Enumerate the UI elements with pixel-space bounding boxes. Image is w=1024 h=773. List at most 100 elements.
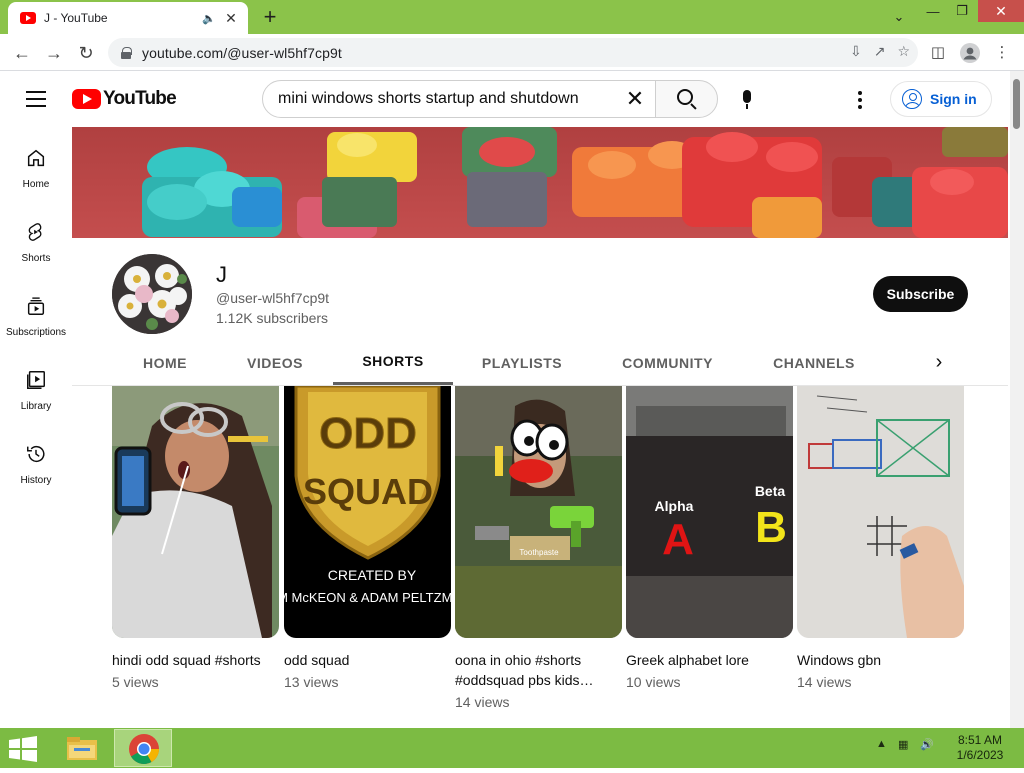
scrollbar-thumb[interactable]	[1013, 79, 1020, 129]
short-title[interactable]: hindi odd squad #shorts	[112, 650, 279, 670]
short-card[interactable]: Alpha A Beta B Greek alphabet lore 10 vi…	[626, 386, 793, 690]
sidebar-item-label: Shorts	[21, 253, 51, 264]
browser-menu-icon[interactable]: ⋮	[990, 41, 1014, 65]
side-panel-icon[interactable]: ◫	[926, 41, 950, 65]
settings-kebab-icon[interactable]	[848, 88, 872, 112]
share-icon[interactable]: ↗	[874, 43, 886, 60]
short-thumbnail[interactable]: Alpha A Beta B	[626, 386, 793, 638]
clock-time: 8:51 AM	[957, 733, 1003, 747]
show-hidden-icons-icon[interactable]: ▲	[876, 738, 887, 750]
back-arrow-icon[interactable]: ←	[10, 41, 34, 65]
clear-search-icon[interactable]: ✕	[615, 86, 655, 112]
thumbnail-image	[112, 386, 279, 638]
short-title[interactable]: odd squad	[284, 650, 451, 670]
tab-playlists[interactable]: PLAYLISTS	[472, 340, 572, 385]
youtube-masthead: YouTube mini windows shorts startup and …	[0, 71, 1010, 127]
short-title[interactable]: Windows gbn	[797, 650, 964, 670]
short-thumbnail[interactable]	[112, 386, 279, 638]
new-tab-button[interactable]: +	[258, 6, 282, 30]
tab-close-icon[interactable]: ✕	[222, 10, 240, 27]
tab-home[interactable]: HOME	[127, 340, 203, 385]
page-scrollbar[interactable]	[1010, 71, 1024, 728]
short-view-count: 5 views	[112, 674, 159, 690]
history-icon	[27, 446, 45, 463]
system-clock[interactable]: 8:51 AM 1/6/2023	[950, 733, 1010, 763]
profile-avatar-icon[interactable]	[958, 41, 982, 65]
creators-text: TIM McKEON & ADAM PELTZMAN	[284, 590, 451, 605]
sign-in-button[interactable]: Sign in	[890, 81, 992, 117]
short-title[interactable]: Greek alphabet lore	[626, 650, 793, 670]
channel-name: J	[216, 262, 227, 287]
sidebar-item-label: History	[20, 475, 52, 486]
short-card[interactable]: ODD SQUAD CREATED BY TIM McKEON & ADAM P…	[284, 386, 451, 690]
sidebar-item-subscriptions[interactable]: Subscriptions	[0, 275, 72, 349]
window-close-button[interactable]: ✕	[978, 0, 1024, 22]
address-bar[interactable]: youtube.com/@user-wl5hf7cp9t ⇩ ↗ ☆	[108, 38, 918, 67]
sidebar-item-label: Library	[20, 401, 52, 412]
tab-title: J - YouTube	[44, 11, 108, 25]
install-app-icon[interactable]: ⇩	[850, 43, 862, 60]
youtube-logo[interactable]: YouTube	[72, 88, 177, 110]
tab-channels[interactable]: CHANNELS	[762, 340, 866, 385]
short-card[interactable]: hindi odd squad #shorts 5 views	[112, 386, 279, 690]
search-input[interactable]: mini windows shorts startup and shutdown…	[262, 80, 656, 118]
lego-bricks-banner-image	[72, 127, 1008, 238]
sidebar-item-home[interactable]: Home	[0, 127, 72, 201]
window-restore-button[interactable]: ❐	[948, 0, 976, 22]
sidebar-item-shorts[interactable]: Shorts	[0, 201, 72, 275]
short-view-count: 10 views	[626, 674, 681, 690]
library-icon	[27, 371, 45, 389]
short-thumbnail[interactable]: Toothpaste	[455, 386, 622, 638]
speaker-muted-icon[interactable]: 🔈	[200, 12, 218, 25]
reload-icon[interactable]: ↻	[74, 41, 98, 65]
browser-title-bar: J - YouTube 🔈 ✕ + ⌄ — ❐ ✕	[0, 0, 1024, 34]
created-by-text: CREATED BY	[328, 567, 417, 583]
microphone-icon	[743, 89, 751, 109]
tab-videos[interactable]: VIDEOS	[235, 340, 315, 385]
subscribe-button[interactable]: Subscribe	[873, 276, 968, 312]
sidebar-item-library[interactable]: Library	[0, 349, 72, 423]
chrome-taskbar-button[interactable]	[114, 729, 172, 767]
short-title[interactable]: oona in ohio #shorts #oddsquad pbs kids…	[455, 650, 622, 690]
bookmark-star-icon[interactable]: ☆	[897, 43, 910, 60]
voice-search-button[interactable]	[729, 81, 765, 117]
hamburger-menu-icon[interactable]	[26, 91, 46, 107]
odd-squad-text: SQUAD	[303, 471, 433, 512]
flowers-avatar-image	[112, 254, 192, 334]
windows-taskbar: ▲ ▦ 🔊 8:51 AM 1/6/2023	[0, 728, 1024, 768]
window-minimize-button[interactable]: —	[920, 0, 946, 22]
volume-icon[interactable]: 🔊	[920, 738, 934, 751]
network-icon[interactable]: ▦	[898, 738, 908, 751]
file-explorer-taskbar-button[interactable]	[60, 730, 104, 766]
lock-icon[interactable]	[120, 46, 132, 59]
forward-arrow-icon[interactable]: →	[42, 41, 66, 65]
sidebar-item-label: Subscriptions	[5, 327, 67, 338]
windows-logo-icon	[9, 736, 37, 762]
thumbnail-image: Alpha A Beta B	[626, 386, 793, 638]
short-card[interactable]: Toothpaste oona in ohio #shorts #oddsqua…	[455, 386, 622, 710]
tab-search-chevron-icon[interactable]: ⌄	[884, 6, 914, 28]
short-card[interactable]: Windows gbn 14 views	[797, 386, 964, 690]
odd-squad-text: ODD	[319, 409, 417, 458]
windows-start-button[interactable]	[8, 736, 38, 762]
tab-shorts[interactable]: SHORTS	[333, 340, 453, 385]
search-button[interactable]	[655, 80, 718, 118]
browser-tab[interactable]: J - YouTube 🔈 ✕	[8, 2, 248, 34]
browser-toolbar: ← → ↻ youtube.com/@user-wl5hf7cp9t ⇩ ↗ ☆…	[0, 34, 1024, 71]
short-view-count: 14 views	[455, 694, 510, 710]
channel-avatar[interactable]	[112, 254, 192, 334]
subscriptions-icon	[27, 297, 45, 315]
search-query-text[interactable]: mini windows shorts startup and shutdown	[278, 90, 615, 108]
tab-community[interactable]: COMMUNITY	[609, 340, 726, 385]
channel-handle: @user-wl5hf7cp9t	[216, 290, 330, 306]
short-thumbnail[interactable]: ODD SQUAD CREATED BY TIM McKEON & ADAM P…	[284, 386, 451, 638]
subscriber-count: 1.12K subscribers	[216, 310, 329, 326]
youtube-favicon-icon	[20, 12, 36, 24]
chevron-right-icon[interactable]: ›	[928, 352, 950, 374]
short-thumbnail[interactable]	[797, 386, 964, 638]
alpha-letter: A	[662, 515, 694, 564]
sidebar-item-history[interactable]: History	[0, 423, 72, 497]
thumbnail-image: ODD SQUAD CREATED BY TIM McKEON & ADAM P…	[284, 386, 451, 638]
youtube-logo-text: YouTube	[103, 88, 177, 109]
url-text[interactable]: youtube.com/@user-wl5hf7cp9t	[142, 45, 342, 61]
